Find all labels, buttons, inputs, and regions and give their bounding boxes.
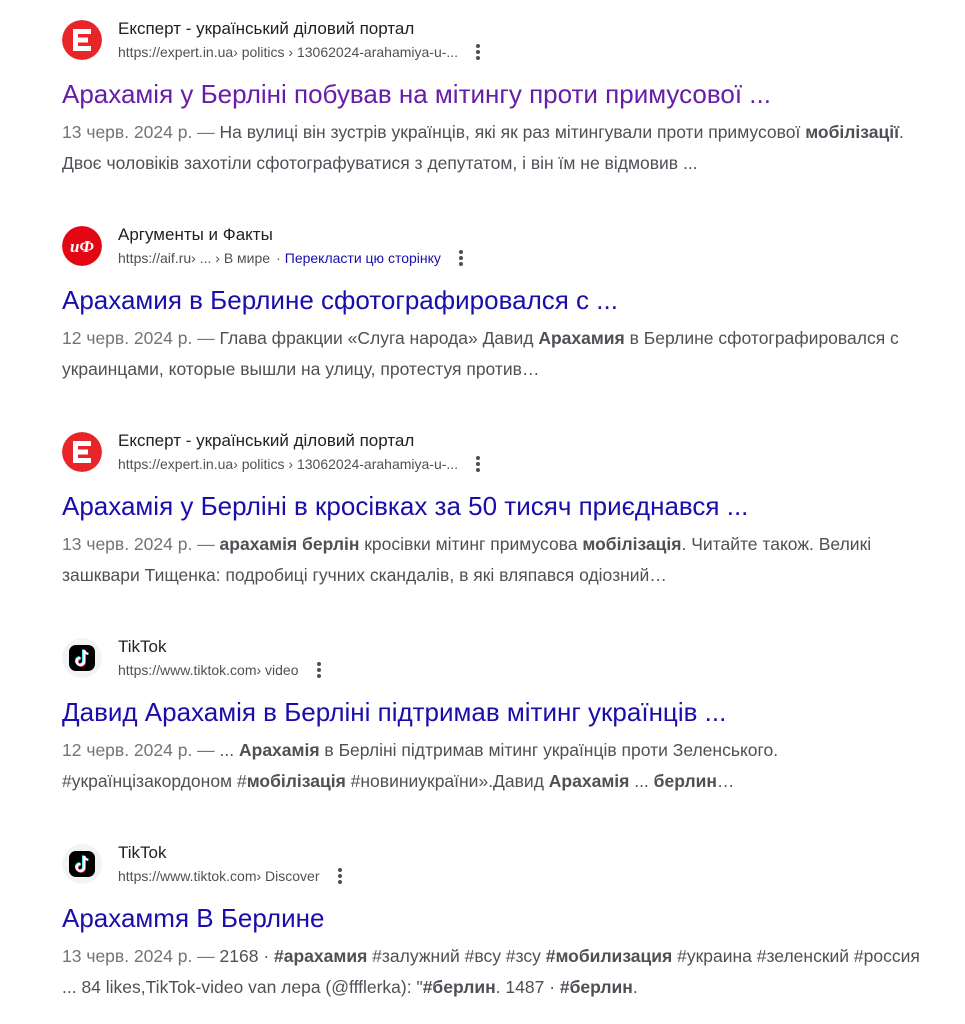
result-source[interactable]: Експерт - український діловий портал htt… xyxy=(62,18,922,70)
url-base: https://expert.in.ua xyxy=(118,44,234,60)
url-base: https://www.tiktok.com xyxy=(118,662,257,678)
url-base: https://expert.in.ua xyxy=(118,456,234,472)
result-snippet: 13 черв. 2024 р. — 2168 · #арахамия #зал… xyxy=(62,941,922,1003)
snippet-text: ... xyxy=(629,771,654,791)
result-title-link[interactable]: Давид Арахамія в Берліні підтримав мітин… xyxy=(62,696,922,728)
result-url: https://aif.ru › ... › В мире · Переклас… xyxy=(118,248,463,268)
result-snippet: 12 черв. 2024 р. — Глава фракции «Слуга … xyxy=(62,323,922,385)
result-date: 13 черв. 2024 р. — xyxy=(62,946,220,966)
result-title-link[interactable]: Арахамія у Берліні побував на мітингу пр… xyxy=(62,78,922,110)
snippet-highlight: мобілізація xyxy=(582,534,682,554)
url-base: https://www.tiktok.com xyxy=(118,868,257,884)
more-options-icon[interactable] xyxy=(458,250,463,266)
result-title-link[interactable]: Арахамmя В Берлине xyxy=(62,902,922,934)
snippet-text: #новиниукраїни».Давид xyxy=(345,771,549,791)
url-path: › politics › 13062024-arahamiya-u-... xyxy=(233,456,459,472)
snippet-highlight: Арахамія xyxy=(239,740,320,760)
aif-logo-icon: иФ xyxy=(62,226,102,266)
snippet-highlight: Арахамия xyxy=(538,328,625,348)
url-path: › ... › В мире xyxy=(191,250,271,266)
snippet-highlight: берлин xyxy=(653,771,717,791)
more-options-icon[interactable] xyxy=(316,662,321,678)
snippet-highlight: мобілізації xyxy=(805,122,900,142)
search-result: Експерт - український діловий портал htt… xyxy=(62,430,922,591)
expert-e-icon xyxy=(62,432,102,472)
url-path: › Discover xyxy=(256,868,320,884)
snippet-highlight: #берлин xyxy=(559,977,633,997)
tiktok-icon xyxy=(62,638,102,678)
result-url: https://expert.in.ua › politics › 130620… xyxy=(118,42,481,62)
more-options-icon[interactable] xyxy=(476,456,481,472)
snippet-text: #залужний #всу #зсу xyxy=(367,946,546,966)
site-name: Аргументы и Факты xyxy=(118,225,273,244)
snippet-text: … xyxy=(716,771,735,791)
tiktok-icon xyxy=(62,844,102,884)
result-title-link[interactable]: Арахамия в Берлине сфотографировался с .… xyxy=(62,284,922,316)
site-name: TikTok xyxy=(118,637,167,656)
snippet-highlight: #берлин xyxy=(422,977,496,997)
snippet-text: . 1487 · xyxy=(495,977,560,997)
separator: · xyxy=(276,250,281,266)
translate-page-link[interactable]: Перекласти цю сторінку xyxy=(285,248,441,268)
result-date: 13 черв. 2024 р. — xyxy=(62,534,220,554)
result-url: https://expert.in.ua › politics › 130620… xyxy=(118,454,481,474)
snippet-highlight: #мобилизация xyxy=(545,946,673,966)
url-path: › video xyxy=(256,662,299,678)
search-result: Експерт - український діловий портал htt… xyxy=(62,18,922,179)
result-snippet: 13 черв. 2024 р. — арахамія берлін кросі… xyxy=(62,529,922,591)
result-date: 12 черв. 2024 р. — xyxy=(62,740,220,760)
search-result: иФ Аргументы и Факты https://aif.ru › ..… xyxy=(62,224,922,385)
url-path: › politics › 13062024-arahamiya-u-... xyxy=(233,44,459,60)
snippet-highlight: #арахамия xyxy=(274,946,368,966)
result-source[interactable]: TikTok https://www.tiktok.com › Discover xyxy=(62,842,922,894)
more-options-icon[interactable] xyxy=(337,868,342,884)
site-name: TikTok xyxy=(118,843,167,862)
result-source[interactable]: иФ Аргументы и Факты https://aif.ru › ..… xyxy=(62,224,922,276)
site-name: Експерт - український діловий портал xyxy=(118,19,415,38)
result-snippet: 13 черв. 2024 р. — На вулиці він зустрів… xyxy=(62,117,922,179)
result-date: 13 черв. 2024 р. — xyxy=(62,122,220,142)
search-result: TikTok https://www.tiktok.com › Discover… xyxy=(62,842,922,1003)
snippet-highlight: Арахамія xyxy=(548,771,630,791)
snippet-text: ... xyxy=(219,740,239,760)
result-title-link[interactable]: Арахамія у Берліні в кросівках за 50 тис… xyxy=(62,490,922,522)
result-date: 12 черв. 2024 р. — xyxy=(62,328,220,348)
snippet-highlight: арахамія берлін xyxy=(219,534,360,554)
result-url: https://www.tiktok.com › video xyxy=(118,660,321,680)
url-base: https://aif.ru xyxy=(118,250,192,266)
expert-e-icon xyxy=(62,20,102,60)
snippet-text: На вулиці він зустрів українців, які як … xyxy=(219,122,806,142)
result-source[interactable]: TikTok https://www.tiktok.com › video xyxy=(62,636,922,688)
result-url: https://www.tiktok.com › Discover xyxy=(118,866,342,886)
snippet-highlight: мобілізація xyxy=(246,771,346,791)
result-source[interactable]: Експерт - український діловий портал htt… xyxy=(62,430,922,482)
more-options-icon[interactable] xyxy=(476,44,481,60)
snippet-text: . xyxy=(632,977,638,997)
site-name: Експерт - український діловий портал xyxy=(118,431,415,450)
snippet-text: 2168 · xyxy=(219,946,275,966)
result-snippet: 12 черв. 2024 р. — ... Арахамія в Берлін… xyxy=(62,735,922,797)
svg-text:иФ: иФ xyxy=(70,237,94,256)
snippet-text: кросівки мітинг примусова xyxy=(359,534,583,554)
snippet-text: Глава фракции «Слуга народа» Давид xyxy=(219,328,539,348)
search-result: TikTok https://www.tiktok.com › video Да… xyxy=(62,636,922,797)
